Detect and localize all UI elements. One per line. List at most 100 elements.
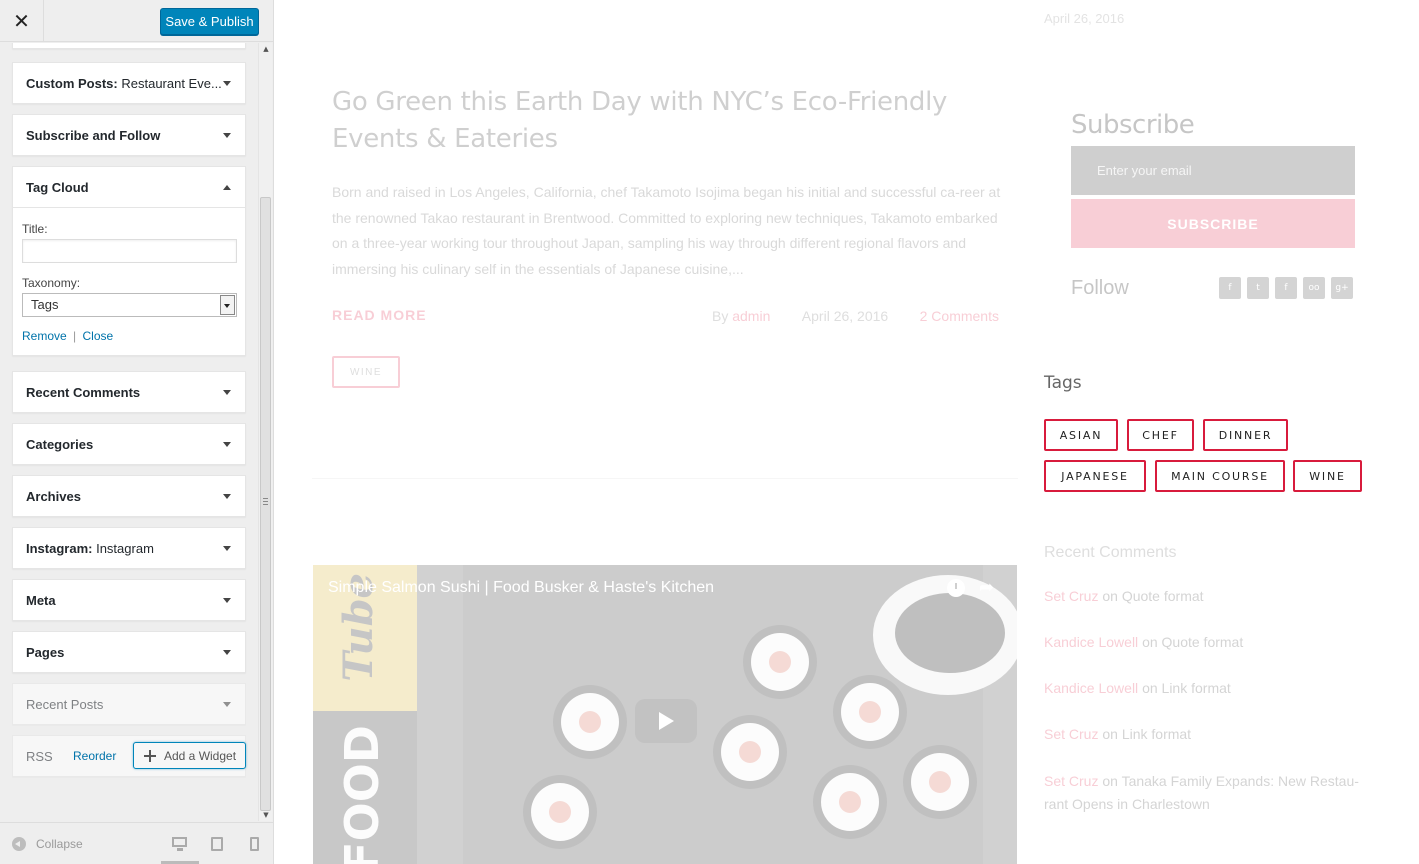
expand-arrow-icon[interactable] (223, 80, 231, 86)
widget-title: Instagram: Instagram (26, 541, 223, 556)
follow-title: Follow (1071, 277, 1129, 299)
play-icon[interactable] (635, 699, 697, 743)
video-title[interactable]: Simple Salmon Sushi | Food Busker & Hast… (328, 579, 714, 597)
reorder-link[interactable]: Reorder (73, 749, 116, 763)
widget-recent-posts-header[interactable]: Recent Posts (13, 684, 245, 724)
widget-categories[interactable]: Categories (12, 423, 246, 465)
scroll-up-icon[interactable]: ▲ (259, 43, 273, 55)
sushi-image (743, 625, 817, 699)
recent-comment-item: Set Cruz on Link format (1044, 723, 1374, 746)
widget-instagram[interactable]: Instagram: Instagram (12, 527, 246, 569)
customizer-footer: Collapse (0, 822, 273, 864)
widget-archives[interactable]: Archives (12, 475, 246, 517)
share-icon[interactable]: ➦ (979, 577, 994, 598)
widget-archives-header[interactable]: Archives (13, 476, 245, 516)
tag-chef[interactable]: CHEF (1127, 419, 1194, 451)
tag-wine[interactable]: WINE (1293, 460, 1362, 492)
dropdown-arrow-icon[interactable] (220, 295, 235, 315)
google-plus-icon[interactable]: g+ (1331, 277, 1353, 299)
widget-recent-comments[interactable]: Recent Comments (12, 371, 246, 413)
email-input[interactable]: Enter your email (1071, 146, 1355, 195)
close-link[interactable]: Close (83, 329, 114, 343)
widget-title: Tag Cloud (26, 179, 89, 195)
tablet-icon[interactable] (211, 837, 227, 851)
sushi-image (553, 685, 627, 759)
widget-categories-header[interactable]: Categories (13, 424, 245, 464)
widget-actions: Remove | Close (22, 329, 236, 343)
widget-title: Recent Comments (26, 384, 141, 400)
add-widget-button[interactable]: Add a Widget (133, 742, 246, 769)
desktop-icon[interactable] (172, 837, 188, 851)
facebook-icon[interactable]: f (1275, 277, 1297, 299)
collapse-icon (12, 837, 26, 851)
tag-cloud-form: Title: Taxonomy: Tags Remove | Close (13, 207, 245, 355)
comment-post-link[interactable]: Link format (1162, 680, 1231, 696)
comment-post-link[interactable]: Quote format (1162, 634, 1244, 650)
expand-arrow-icon[interactable] (223, 701, 231, 707)
taxonomy-label: Taxonomy: (22, 276, 81, 290)
expand-arrow-icon[interactable] (223, 132, 231, 138)
widget-pages[interactable]: Pages (12, 631, 246, 673)
sidebar-scrollbar[interactable]: ▲ ▼ (258, 43, 272, 821)
comment-post-link[interactable]: Link format (1122, 726, 1191, 742)
foursquare-icon[interactable]: f (1219, 277, 1241, 299)
taxonomy-select[interactable]: Tags (22, 293, 237, 317)
twitter-icon[interactable]: t (1247, 277, 1269, 299)
expand-arrow-icon[interactable] (223, 545, 231, 551)
author-link[interactable]: admin (732, 308, 770, 324)
collapse-arrow-icon[interactable] (223, 184, 231, 190)
read-more-link[interactable]: READ MORE (332, 307, 427, 323)
tag-asian[interactable]: ASIAN (1044, 419, 1118, 451)
widget-custom-posts-header[interactable]: Custom Posts: Restaurant Eve... (13, 63, 245, 103)
tag-dinner[interactable]: DINNER (1203, 419, 1288, 451)
post-tag[interactable]: WINE (332, 356, 400, 388)
remove-link[interactable]: Remove (22, 329, 67, 343)
post-title[interactable]: Go Green this Earth Day with NYC’s Eco-F… (332, 84, 1012, 158)
mobile-icon[interactable] (250, 837, 266, 851)
comment-author-link[interactable]: Set Cruz (1044, 773, 1098, 789)
separator: | (73, 329, 77, 343)
comment-author-link[interactable]: Set Cruz (1044, 726, 1098, 742)
title-field[interactable] (22, 239, 237, 263)
widget-instagram-header[interactable]: Instagram: Instagram (13, 528, 245, 568)
widget-tag-cloud-header[interactable]: Tag Cloud (13, 167, 245, 207)
comment-author-link[interactable]: Kandice Lowell (1044, 634, 1138, 650)
expand-arrow-icon[interactable] (223, 493, 231, 499)
widget-partial (12, 43, 246, 49)
tag-main-course[interactable]: MAIN COURSE (1155, 460, 1285, 492)
widget-subtitle: Restaurant Eve... (121, 75, 222, 91)
comment-author-link[interactable]: Set Cruz (1044, 588, 1098, 604)
save-publish-button[interactable]: Save & Publish (160, 8, 259, 35)
on-label: on (1142, 680, 1158, 696)
widget-subscribe-follow[interactable]: Subscribe and Follow (12, 114, 246, 156)
expand-arrow-icon[interactable] (223, 441, 231, 447)
watch-later-icon[interactable] (947, 579, 965, 597)
widget-meta-header[interactable]: Meta (13, 580, 245, 620)
widget-pages-header[interactable]: Pages (13, 632, 245, 672)
sushi-image (523, 775, 597, 849)
widget-recent-comments-header[interactable]: Recent Comments (13, 372, 245, 412)
subscribe-button[interactable]: SUBSCRIBE (1071, 199, 1355, 248)
expand-arrow-icon[interactable] (223, 389, 231, 395)
customizer-header: ✕ Save & Publish (0, 0, 273, 42)
expand-arrow-icon[interactable] (223, 649, 231, 655)
tripadvisor-icon[interactable]: oo (1303, 277, 1325, 299)
comments-link[interactable]: 2 Comments (920, 308, 999, 324)
widget-recent-posts[interactable]: Recent Posts (12, 683, 246, 725)
tag-japanese[interactable]: JAPANESE (1044, 460, 1146, 492)
widget-custom-posts[interactable]: Custom Posts: Restaurant Eve... (12, 62, 246, 104)
scroll-thumb[interactable] (260, 197, 271, 811)
close-icon[interactable]: ✕ (0, 0, 44, 42)
expand-arrow-icon[interactable] (223, 597, 231, 603)
widget-subscribe-follow-header[interactable]: Subscribe and Follow (13, 115, 245, 155)
comment-author-link[interactable]: Kandice Lowell (1044, 680, 1138, 696)
widget-tag-cloud[interactable]: Tag Cloud Title: Taxonomy: Tags Remove |… (12, 166, 246, 356)
widget-title: Subscribe and Follow (26, 127, 161, 143)
video-embed[interactable]: Tube FOOD Simple Salmon Sushi | Food Bus… (313, 565, 1017, 864)
post-author: By admin (712, 308, 770, 324)
scroll-down-icon[interactable]: ▼ (259, 809, 273, 821)
comment-post-link[interactable]: Quote format (1122, 588, 1204, 604)
widget-meta[interactable]: Meta (12, 579, 246, 621)
collapse-button[interactable]: Collapse (12, 837, 83, 851)
recent-comment-item: Kandice Lowell on Quote format (1044, 631, 1374, 654)
